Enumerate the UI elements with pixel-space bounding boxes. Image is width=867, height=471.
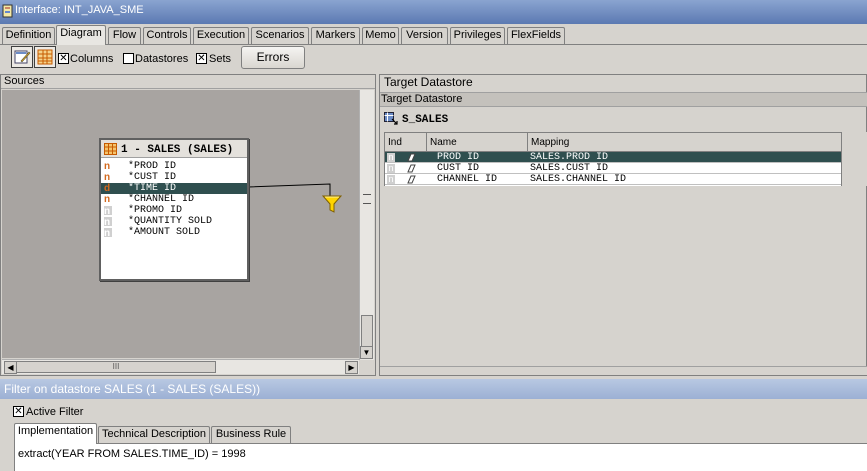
vertical-scrollbar[interactable] bbox=[359, 90, 374, 360]
tab-flexfields[interactable]: FlexFields bbox=[507, 27, 565, 44]
table-row[interactable]: n CUST ID SALES.CUST ID bbox=[385, 163, 841, 174]
source-column-row[interactable]: n *QUANTITY SOLD bbox=[101, 216, 247, 228]
mapping-target-icon bbox=[407, 153, 416, 162]
datatype-indicator: n bbox=[104, 228, 112, 239]
horizontal-scroll-thumb[interactable]: III bbox=[16, 361, 216, 373]
source-column-row[interactable]: n *CUST ID bbox=[101, 172, 247, 183]
tab-privileges[interactable]: Privileges bbox=[450, 27, 505, 44]
column-header-name[interactable]: Name bbox=[427, 133, 528, 152]
splitter-grip[interactable] bbox=[363, 194, 371, 204]
active-filter-checkbox[interactable]: ✕ bbox=[13, 406, 24, 417]
scroll-down-arrow-icon[interactable]: ▼ bbox=[360, 346, 373, 359]
target-datastore-name: S_SALES bbox=[402, 114, 449, 126]
scroll-left-arrow-icon[interactable]: ◀ bbox=[4, 361, 17, 374]
column-header-mapping[interactable]: Mapping bbox=[528, 133, 842, 152]
tab-business-rule[interactable]: Business Rule bbox=[211, 426, 291, 443]
datatype-indicator: n bbox=[104, 194, 111, 205]
active-filter-label: Active Filter bbox=[26, 406, 84, 418]
datastore-table-icon bbox=[104, 143, 117, 155]
source-column-name: *CHANNEL ID bbox=[128, 194, 195, 205]
source-column-name: *CUST ID bbox=[128, 172, 177, 183]
tab-technical-description[interactable]: Technical Description bbox=[98, 426, 210, 443]
datatype-indicator: n bbox=[387, 163, 395, 173]
datastore-title: 1 - SALES (SALES) bbox=[121, 144, 234, 156]
target-column-name: CUST ID bbox=[437, 163, 480, 174]
horizontal-scrollbar[interactable]: III bbox=[2, 359, 359, 374]
datatype-indicator: n bbox=[104, 161, 111, 172]
tab-diagram[interactable]: Diagram bbox=[56, 25, 106, 45]
tab-implementation[interactable]: Implementation bbox=[14, 423, 97, 444]
datatype-indicator: n bbox=[104, 206, 112, 217]
filter-expression-editor[interactable]: extract(YEAR FROM SALES.TIME_ID) = 1998 bbox=[14, 443, 867, 471]
target-column-mapping: SALES.CUST ID bbox=[530, 163, 609, 174]
mapping-target-icon bbox=[407, 164, 416, 173]
mapping-table-header: Ind Name Mapping bbox=[384, 132, 842, 152]
target-column-mapping: SALES.PROD ID bbox=[530, 152, 609, 163]
target-panel bbox=[379, 74, 867, 376]
source-column-row[interactable]: n *PROD ID bbox=[101, 161, 247, 172]
source-column-row[interactable]: n *CHANNEL ID bbox=[101, 194, 247, 205]
source-column-row-selected[interactable]: d *TIME ID bbox=[101, 183, 247, 194]
source-column-name: *AMOUNT SOLD bbox=[128, 227, 201, 238]
datatype-indicator: n bbox=[387, 174, 395, 184]
source-column-name: *PROMO ID bbox=[128, 205, 183, 216]
mapping-target-icon bbox=[407, 175, 416, 184]
source-column-row[interactable]: n *AMOUNT SOLD bbox=[101, 227, 247, 239]
source-column-name: *PROD ID bbox=[128, 161, 177, 172]
table-row[interactable]: n CHANNEL ID SALES.CHANNEL ID bbox=[385, 174, 841, 185]
table-row[interactable]: n PROD ID SALES.PROD ID bbox=[385, 152, 841, 163]
target-column-name: CHANNEL ID bbox=[437, 174, 498, 185]
datatype-indicator: d bbox=[104, 183, 111, 194]
source-column-row[interactable]: n *PROMO ID bbox=[101, 205, 247, 217]
mapping-table: n PROD ID SALES.PROD ID n CUST ID SALES.… bbox=[384, 152, 842, 186]
target-datastore-icon bbox=[384, 112, 398, 125]
datatype-indicator: n bbox=[104, 172, 111, 183]
target-panel-title: Target Datastore bbox=[384, 75, 473, 89]
target-column-mapping: SALES.CHANNEL ID bbox=[530, 174, 627, 185]
datastore-header[interactable]: 1 - SALES (SALES) bbox=[101, 140, 247, 158]
datatype-indicator: n bbox=[387, 152, 395, 162]
datatype-indicator: n bbox=[104, 217, 112, 228]
source-column-name: *QUANTITY SOLD bbox=[128, 216, 213, 227]
vertical-scroll-thumb[interactable] bbox=[361, 315, 373, 347]
target-column-name: PROD ID bbox=[437, 152, 480, 163]
tab-version[interactable]: Version bbox=[401, 27, 448, 44]
scroll-right-arrow-icon[interactable]: ▶ bbox=[345, 361, 358, 374]
source-column-name: *TIME ID bbox=[128, 183, 177, 194]
target-panel-footer bbox=[380, 366, 867, 375]
target-subheader: Target Datastore bbox=[380, 92, 867, 107]
column-header-ind[interactable]: Ind bbox=[385, 133, 427, 152]
filter-title-bar: Filter on datastore SALES (1 - SALES (SA… bbox=[0, 379, 867, 399]
table-right-margin bbox=[842, 132, 867, 186]
filter-funnel-icon[interactable] bbox=[321, 193, 343, 215]
